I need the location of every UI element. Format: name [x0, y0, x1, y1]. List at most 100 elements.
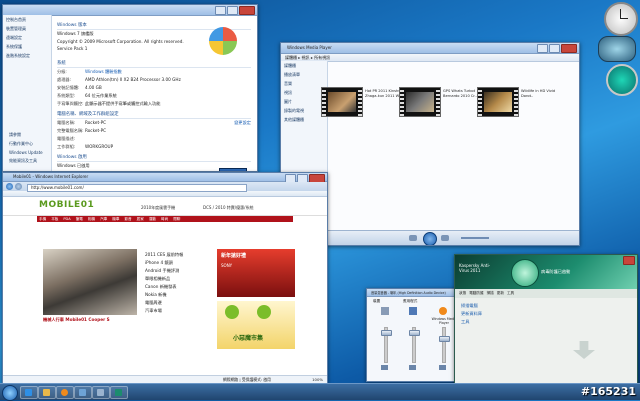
menu-item[interactable]: 影音	[122, 216, 133, 222]
nav-item[interactable]: 裝置管理員	[3, 24, 51, 33]
rating-link[interactable]: Windows 體驗指數	[85, 69, 122, 75]
menu-item[interactable]: 平板	[49, 216, 60, 222]
menu-item[interactable]: 手機	[37, 216, 48, 222]
kaspersky-item[interactable]: 掃描電腦	[461, 302, 631, 310]
banner-link[interactable]: DCS / 2010 特賣/優惠/系統	[203, 205, 253, 211]
volume-slider[interactable]	[439, 327, 450, 363]
kaspersky-tab[interactable]: 狀態	[459, 291, 466, 296]
mute-icon[interactable]	[381, 365, 388, 370]
menu-item[interactable]: PDA	[61, 216, 72, 222]
menu-item[interactable]: 時尚	[159, 216, 170, 222]
kaspersky-brand: Kaspersky Anti-Virus 2011	[459, 263, 491, 273]
close-icon[interactable]	[239, 6, 255, 15]
ie-window[interactable]: Mobile01 - Windows Internet Explorer htt…	[2, 172, 328, 384]
menu-item[interactable]: 汽車	[98, 216, 109, 222]
video-thumbnail[interactable]	[321, 87, 363, 117]
change-settings-link[interactable]: 變更設定	[234, 120, 251, 126]
volume-slider[interactable]	[381, 327, 392, 363]
minimize-icon[interactable]	[215, 6, 226, 15]
menu-item[interactable]: 閒聊	[171, 216, 182, 222]
play-button[interactable]	[423, 232, 437, 245]
system-nav: 控制台首頁 裝置管理員 遠端設定 系統保護 進階系統設定 請參閱 行動作業中心 …	[3, 15, 52, 171]
row-value: WORKGROUP	[85, 144, 114, 149]
news-item[interactable]: 2011 CES 展前特報	[145, 251, 213, 259]
kaspersky-tab[interactable]: 掃描	[487, 291, 494, 296]
address-bar[interactable]: http://www.mobile01.com/	[27, 184, 247, 192]
back-button[interactable]	[6, 183, 13, 190]
video-thumbnail[interactable]	[477, 87, 519, 117]
kaspersky-tab[interactable]: 更新	[497, 291, 504, 296]
news-item[interactable]: 汽車市場	[145, 307, 213, 315]
menu-item[interactable]: 機車	[110, 216, 121, 222]
media-nav-item[interactable]: 媒體櫃	[281, 61, 327, 70]
prev-button[interactable]	[409, 235, 417, 241]
volume-slider[interactable]	[409, 327, 420, 363]
row-key: 系統類型:	[57, 93, 76, 98]
zoom-level[interactable]: 100%	[312, 377, 323, 382]
menu-item[interactable]: 筆電	[74, 216, 85, 222]
kaspersky-item[interactable]: 更新資料庫	[461, 310, 631, 318]
taskbar-explorer-icon[interactable]	[38, 386, 56, 399]
speaker-icon	[381, 307, 389, 315]
menu-item[interactable]: 運動	[147, 216, 158, 222]
kaspersky-window[interactable]: Kaspersky Anti-Virus 2011 病毒防護已啟動 狀態 電腦防…	[454, 254, 638, 386]
news-item[interactable]: iPhone 4 鏡頭	[145, 259, 213, 267]
mute-icon[interactable]	[439, 365, 446, 370]
menu-item[interactable]: 相機	[86, 216, 97, 222]
close-icon[interactable]	[561, 44, 577, 53]
media-titlebar[interactable]: Windows Media Player	[281, 43, 579, 54]
market-ad[interactable]: 小惡魔市集	[217, 301, 295, 349]
mute-icon[interactable]	[409, 365, 416, 370]
news-item[interactable]: Canon 新機發表	[145, 283, 213, 291]
banner-link[interactable]: 2010年度風雲手機	[141, 205, 175, 211]
media-nav-item[interactable]: 播放清單	[281, 70, 327, 79]
taskbar-ie-icon[interactable]	[20, 386, 38, 399]
see-also-link[interactable]: Windows Update	[6, 149, 46, 157]
news-item[interactable]: Android 手機評測	[145, 267, 213, 275]
wmp-icon	[439, 307, 447, 315]
taskbar-window-icon[interactable]	[74, 386, 92, 399]
volume-slider[interactable]	[461, 237, 489, 239]
kaspersky-item[interactable]: 工具	[461, 318, 631, 326]
next-button[interactable]	[441, 235, 449, 241]
nav-item[interactable]: 控制台首頁	[3, 15, 51, 24]
see-also-link[interactable]: 行動作業中心	[6, 140, 46, 149]
site-logo[interactable]: MOBILE01	[39, 200, 94, 210]
ie-titlebar[interactable]: Mobile01 - Windows Internet Explorer	[3, 173, 327, 183]
media-title: Windows Media Player	[287, 45, 332, 50]
nav-item[interactable]: 系統保護	[3, 42, 51, 51]
menu-item[interactable]: 居家	[135, 216, 146, 222]
minimize-icon[interactable]	[537, 44, 548, 53]
news-item[interactable]: Nokia 新機	[145, 291, 213, 299]
close-icon[interactable]	[623, 256, 635, 265]
row-key: 分級:	[57, 69, 67, 74]
news-item[interactable]: 單眼相機新品	[145, 275, 213, 283]
taskbar-window-icon[interactable]	[92, 386, 110, 399]
headline-photo[interactable]	[43, 249, 137, 315]
slider-knob[interactable]	[409, 330, 420, 336]
cpu-meter-gadget	[598, 36, 636, 62]
system-window[interactable]: 控制台首頁 裝置管理員 遠端設定 系統保護 進階系統設定 請參閱 行動作業中心 …	[2, 4, 258, 172]
slider-knob[interactable]	[381, 330, 392, 336]
kaspersky-tab[interactable]: 電腦防護	[469, 291, 483, 296]
forward-button[interactable]	[15, 183, 22, 190]
video-title[interactable]: Wildlife in HD Vivid Dorot..	[521, 89, 563, 98]
maximize-icon[interactable]	[549, 44, 560, 53]
nav-item[interactable]: 遠端設定	[3, 33, 51, 42]
see-also-link[interactable]: 效能資訊及工具	[6, 157, 46, 166]
news-list: 2011 CES 展前特報 iPhone 4 鏡頭 Android 手機評測 單…	[145, 251, 213, 315]
news-item[interactable]: 電腦周邊	[145, 299, 213, 307]
nav-item[interactable]: 進階系統設定	[3, 51, 51, 60]
site-menu: 手機 平板 PDA 筆電 相機 汽車 機車 影音 居家 運動 時尚 閒聊	[37, 216, 293, 222]
slider-knob[interactable]	[439, 336, 450, 342]
watermark: #165231	[580, 385, 636, 398]
maximize-icon[interactable]	[227, 6, 238, 15]
taskbar-media-icon[interactable]	[56, 386, 74, 399]
headline-text[interactable]: 機械人行車 Mobile01 Cooper S	[43, 317, 143, 323]
taskbar-kaspersky-icon[interactable]	[110, 386, 128, 399]
kaspersky-tab[interactable]: 工具	[507, 291, 514, 296]
mascot-icon	[257, 305, 271, 319]
ad-block[interactable]: 新年搶好禮 SONY	[217, 249, 295, 297]
start-button[interactable]	[2, 385, 18, 401]
video-thumbnail[interactable]	[399, 87, 441, 117]
